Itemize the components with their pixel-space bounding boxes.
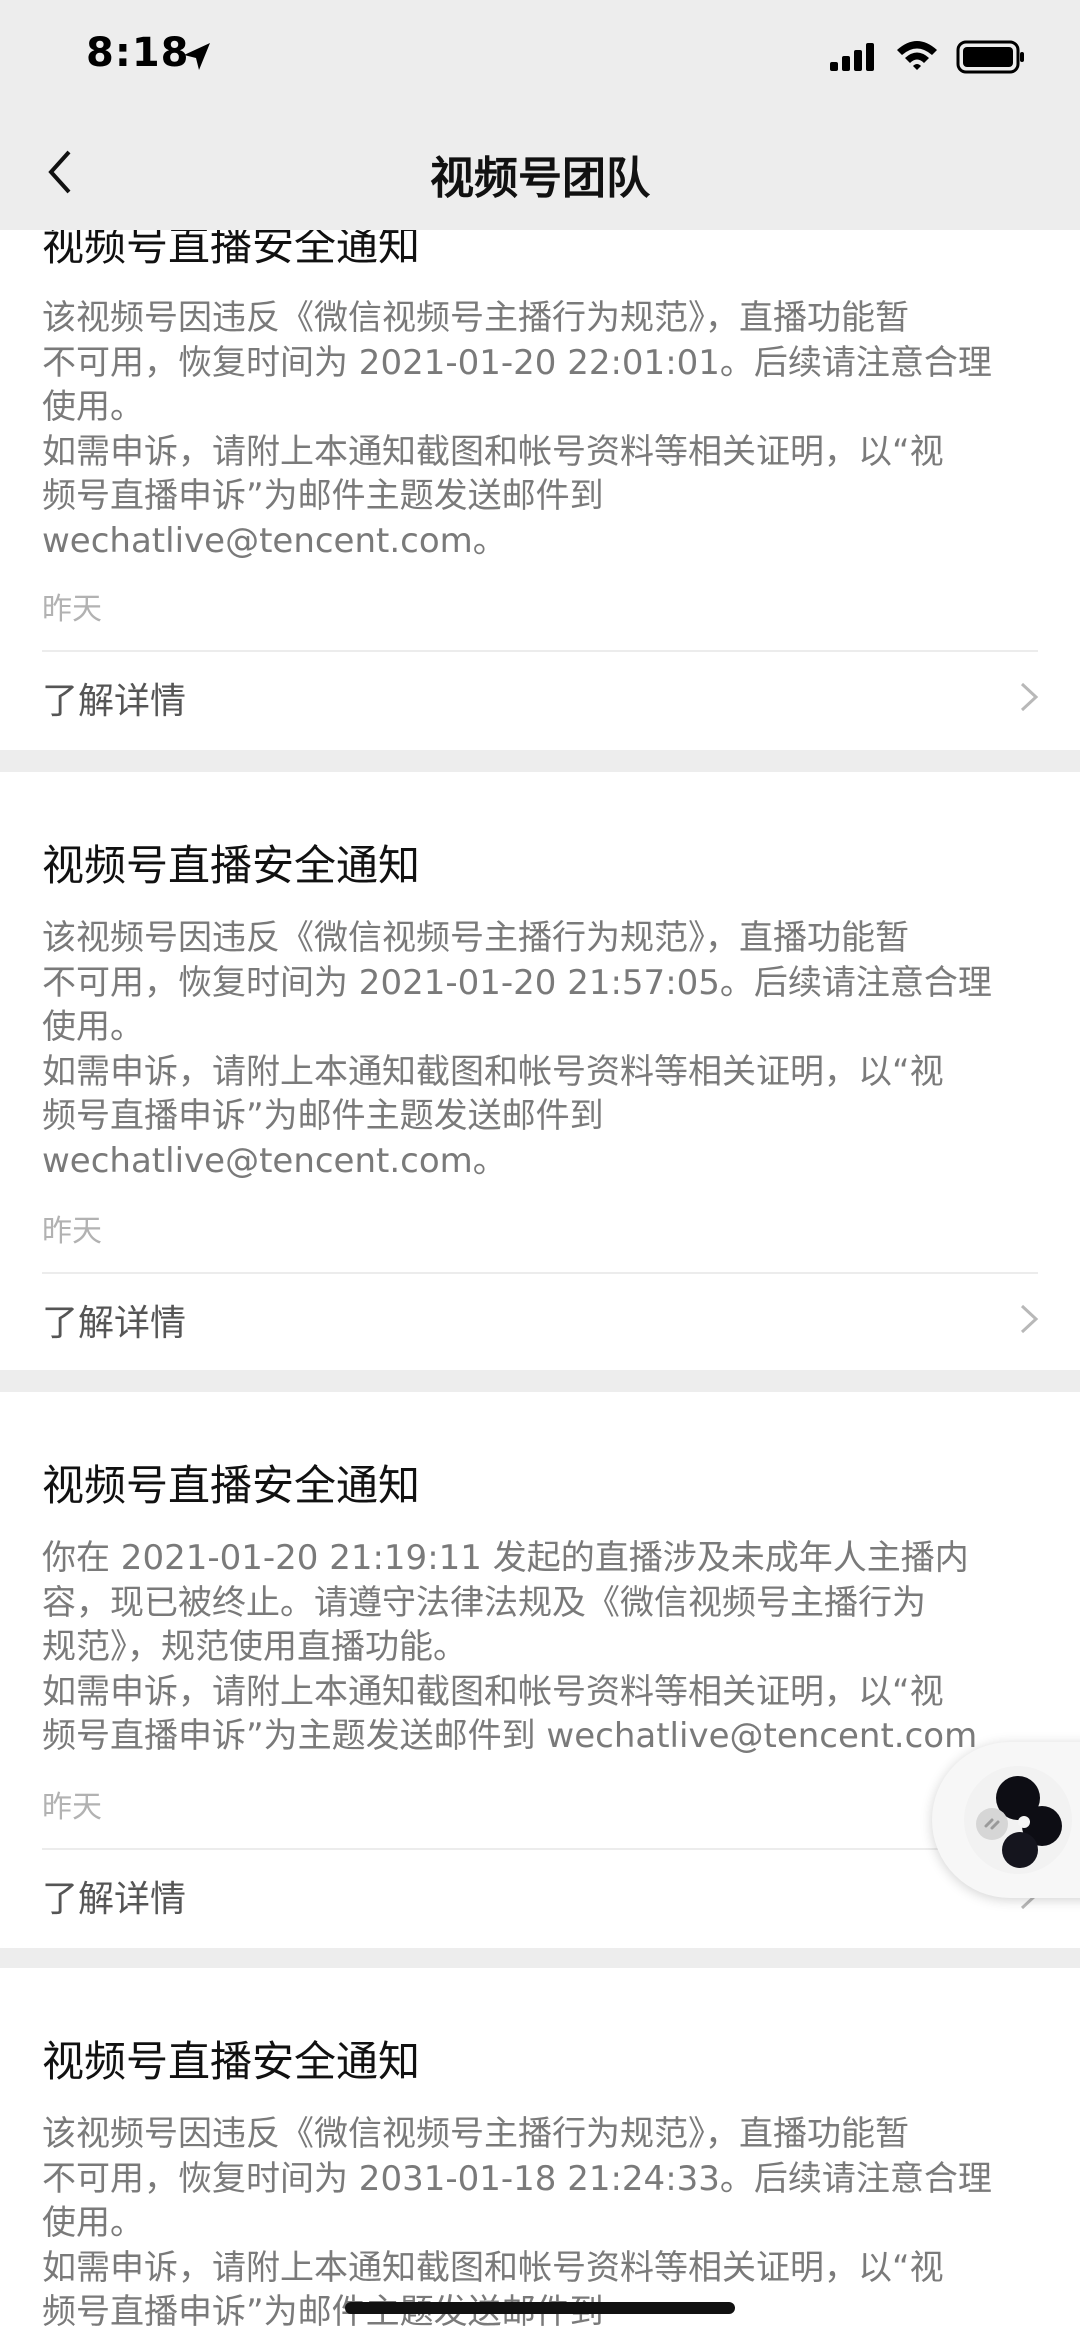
top-bar: 8:18 视频号团队 <box>0 0 1080 230</box>
home-indicator <box>345 2302 735 2314</box>
card-body-line: 容，现已被终止。请遵守法律法规及《微信视频号主播行为 <box>42 1582 926 1623</box>
notification-card: 视频号直播安全通知 该视频号因违反《微信视频号主播行为规范》，直播功能暂 不可用… <box>0 150 1080 750</box>
details-link-label: 了解详情 <box>42 681 187 722</box>
page-title: 视频号团队 <box>430 153 650 204</box>
card-body-line: 不可用，恢复时间为 2021-01-20 22:01:01。后续请注意合理 <box>42 342 992 383</box>
notification-card: 视频号直播安全通知 你在 2021-01-20 21:19:11 发起的直播涉及… <box>0 1392 1080 1948</box>
details-link-label: 了解详情 <box>42 1879 187 1920</box>
floating-window-button[interactable] <box>932 1742 1080 1898</box>
wifi-icon <box>897 41 937 70</box>
chevron-right-icon <box>1020 682 1039 712</box>
card-body-line: 该视频号因违反《微信视频号主播行为规范》，直播功能暂 <box>42 2114 909 2154</box>
card-body-line: 频号直播申诉”为主题发送邮件到 wechatlive@tencent.com <box>42 1716 978 1756</box>
card-body-line: 频号直播申诉”为邮件主题发送邮件到 <box>42 476 604 516</box>
card-body-line: 如需申诉，请附上本通知截图和帐号资料等相关证明，以“视 <box>42 1671 944 1712</box>
card-title: 视频号直播安全通知 <box>42 841 421 890</box>
details-link[interactable]: 了解详情 <box>0 652 1080 742</box>
details-link[interactable]: 了解详情 <box>0 1850 1080 1940</box>
card-body-line: 如需申诉，请附上本通知截图和帐号资料等相关证明，以“视 <box>42 2247 944 2288</box>
card-timestamp: 昨天 <box>42 592 102 627</box>
notification-card: 视频号直播安全通知 该视频号因违反《微信视频号主播行为规范》，直播功能暂 不可用… <box>0 1968 1080 2337</box>
card-body: 该视频号因违反《微信视频号主播行为规范》，直播功能暂 不可用，恢复时间为 202… <box>42 916 1042 1183</box>
card-body-line: 如需申诉，请附上本通知截图和帐号资料等相关证明，以“视 <box>42 431 944 472</box>
screen: 视频号直播安全通知 该视频号因违反《微信视频号主播行为规范》，直播功能暂 不可用… <box>0 0 1080 2337</box>
card-body-line: wechatlive@tencent.com。 <box>42 520 507 561</box>
card-body-line: wechatlive@tencent.com。 <box>42 1140 507 1181</box>
card-body-line: 不可用，恢复时间为 2021-01-20 21:57:05。后续请注意合理 <box>42 962 992 1003</box>
details-link-label: 了解详情 <box>42 1303 187 1344</box>
card-body-line: 不可用，恢复时间为 2031-01-18 21:24:33。后续请注意合理 <box>42 2158 992 2199</box>
card-title: 视频号直播安全通知 <box>42 1461 421 1510</box>
card-body-line: 你在 2021-01-20 21:19:11 发起的直播涉及未成年人主播内 <box>42 1538 969 1578</box>
card-timestamp: 昨天 <box>42 1790 102 1825</box>
card-body-line: 使用。 <box>42 1007 144 1047</box>
notification-card: 视频号直播安全通知 该视频号因违反《微信视频号主播行为规范》，直播功能暂 不可用… <box>0 772 1080 1370</box>
card-timestamp: 昨天 <box>42 1214 102 1249</box>
card-body-line: 使用。 <box>42 387 144 427</box>
card-body: 你在 2021-01-20 21:19:11 发起的直播涉及未成年人主播内 容，… <box>42 1536 1042 1759</box>
card-body-line: 该视频号因违反《微信视频号主播行为规范》，直播功能暂 <box>42 298 909 338</box>
location-arrow-icon <box>184 43 210 70</box>
card-title: 视频号直播安全通知 <box>42 2037 421 2086</box>
signal-icon <box>830 43 874 71</box>
chevron-right-icon <box>1020 1304 1039 1334</box>
card-body: 该视频号因违反《微信视频号主播行为规范》，直播功能暂 不可用，恢复时间为 202… <box>42 296 1042 563</box>
card-body-line: 规范》，规范使用直播功能。 <box>42 1627 467 1667</box>
card-body-line: 频号直播申诉”为邮件主题发送邮件到 <box>42 1096 604 1136</box>
card-body-line: 使用。 <box>42 2203 144 2243</box>
link-icon <box>964 1766 1072 1874</box>
card-body-line: 如需申诉，请附上本通知截图和帐号资料等相关证明，以“视 <box>42 1051 944 1092</box>
status-time: 8:18 <box>86 30 190 76</box>
card-body-line: 该视频号因违反《微信视频号主播行为规范》，直播功能暂 <box>42 918 909 958</box>
details-link[interactable]: 了解详情 <box>0 1274 1080 1364</box>
battery-icon <box>956 40 1024 74</box>
